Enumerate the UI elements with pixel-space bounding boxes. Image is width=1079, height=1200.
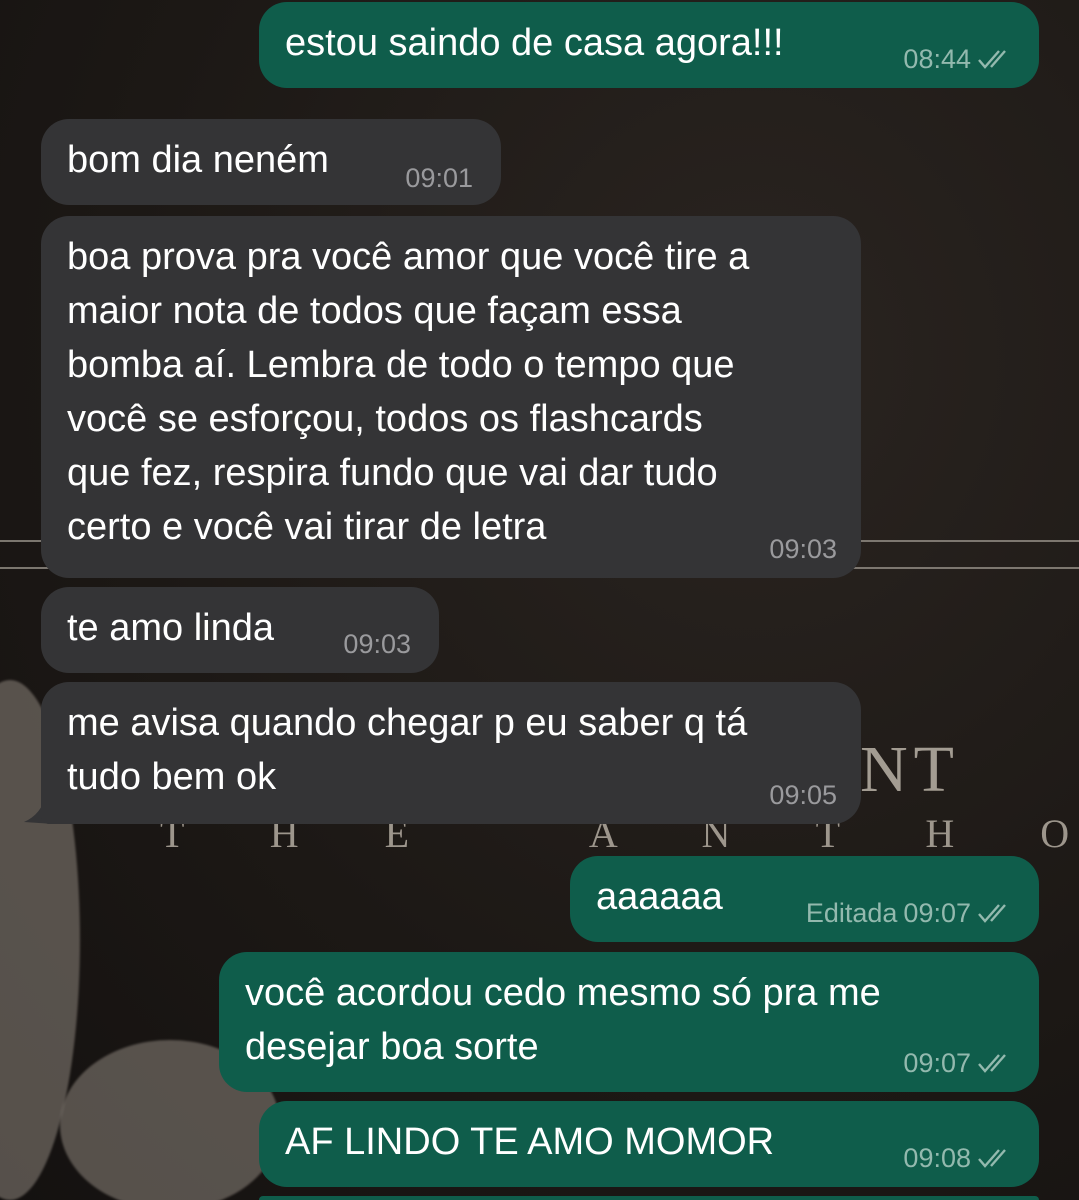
message-bubble-incoming[interactable]: te amo linda 09:03: [41, 587, 439, 673]
message-meta: Editada 09:07: [806, 898, 1015, 928]
message-bubble-incoming[interactable]: bom dia neném 09:01: [41, 119, 501, 205]
message-time: 09:03: [769, 534, 837, 564]
wallpaper-big-letters: NT: [860, 733, 960, 806]
message-time: 09:07: [903, 898, 971, 928]
message-meta: 09:03: [343, 629, 411, 659]
message-bubble-incoming[interactable]: me avisa quando chegar p eu saber q tá t…: [41, 682, 861, 824]
message-meta: 09:07: [903, 1048, 1015, 1078]
message-time: 09:05: [769, 780, 837, 810]
message-time: 09:01: [405, 163, 473, 193]
message-meta: 09:03: [769, 534, 837, 564]
double-check-icon: [977, 1052, 1015, 1074]
message-bubble-outgoing[interactable]: estou saindo de casa agora!!! 08:44: [259, 2, 1039, 88]
message-meta: 08:44: [903, 44, 1015, 74]
message-meta: 09:01: [405, 163, 473, 193]
message-text: boa prova pra você amor que você tire a …: [67, 236, 750, 548]
message-meta: 09:08: [903, 1143, 1015, 1173]
message-bubble-outgoing[interactable]: AF LINDO TE AMO MOMOR 09:08: [259, 1101, 1039, 1187]
double-check-icon: [977, 48, 1015, 70]
message-bubble-outgoing[interactable]: aaaaaa Editada 09:07: [570, 856, 1039, 942]
edited-label: Editada: [805, 898, 898, 928]
message-bubble-outgoing[interactable]: você acordou cedo mesmo só pra me deseja…: [219, 952, 1039, 1092]
message-text: você acordou cedo mesmo só pra me deseja…: [245, 972, 881, 1068]
message-time: 08:44: [903, 44, 971, 74]
message-time: 09:07: [903, 1048, 971, 1078]
message-time: 09:03: [343, 629, 411, 659]
double-check-icon: [977, 902, 1015, 924]
message-bubble-outgoing-partial[interactable]: [259, 1196, 1039, 1200]
message-text: me avisa quando chegar p eu saber q tá t…: [67, 702, 748, 798]
message-time: 09:08: [903, 1143, 971, 1173]
message-bubble-incoming[interactable]: boa prova pra você amor que você tire a …: [41, 216, 861, 578]
message-meta: 09:05: [769, 780, 837, 810]
double-check-icon: [977, 1147, 1015, 1169]
